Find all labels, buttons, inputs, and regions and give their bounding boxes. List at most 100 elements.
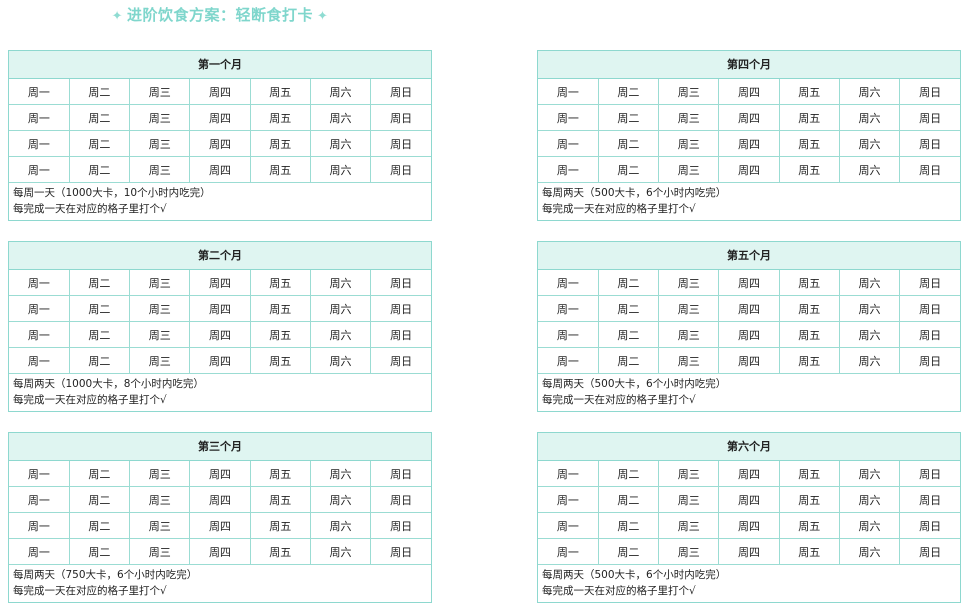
day-cell[interactable]: 周一 (538, 512, 599, 539)
day-cell[interactable]: 周五 (778, 270, 840, 296)
day-cell[interactable]: 周五 (778, 538, 840, 565)
day-cell[interactable]: 周三 (129, 486, 191, 513)
day-cell[interactable]: 周六 (838, 295, 901, 322)
day-cell[interactable]: 周五 (778, 512, 840, 539)
day-cell[interactable]: 周四 (718, 347, 780, 374)
day-cell[interactable]: 周日 (899, 321, 960, 348)
day-cell[interactable]: 周四 (189, 104, 251, 131)
day-cell[interactable]: 周二 (597, 486, 660, 513)
day-cell[interactable]: 周四 (718, 321, 780, 348)
day-cell[interactable]: 周一 (9, 130, 70, 157)
day-cell[interactable]: 周日 (899, 156, 960, 183)
day-cell[interactable]: 周四 (189, 79, 251, 105)
day-cell[interactable]: 周五 (249, 347, 311, 374)
day-cell[interactable]: 周四 (718, 270, 780, 296)
day-cell[interactable]: 周四 (718, 79, 780, 105)
day-cell[interactable]: 周六 (838, 461, 901, 487)
day-cell[interactable]: 周二 (597, 104, 660, 131)
day-cell[interactable]: 周日 (370, 130, 431, 157)
day-cell[interactable]: 周五 (249, 538, 311, 565)
day-cell[interactable]: 周日 (370, 321, 431, 348)
day-cell[interactable]: 周三 (658, 79, 720, 105)
day-cell[interactable]: 周六 (309, 130, 372, 157)
day-cell[interactable]: 周二 (68, 461, 131, 487)
day-cell[interactable]: 周六 (838, 79, 901, 105)
day-cell[interactable]: 周五 (249, 512, 311, 539)
day-cell[interactable]: 周二 (597, 461, 660, 487)
day-cell[interactable]: 周日 (370, 461, 431, 487)
day-cell[interactable]: 周四 (718, 538, 780, 565)
day-cell[interactable]: 周六 (309, 512, 372, 539)
day-cell[interactable]: 周五 (249, 104, 311, 131)
day-cell[interactable]: 周五 (778, 321, 840, 348)
day-cell[interactable]: 周五 (249, 486, 311, 513)
day-cell[interactable]: 周日 (370, 104, 431, 131)
day-cell[interactable]: 周六 (838, 347, 901, 374)
day-cell[interactable]: 周日 (899, 130, 960, 157)
day-cell[interactable]: 周四 (718, 512, 780, 539)
day-cell[interactable]: 周三 (129, 538, 191, 565)
day-cell[interactable]: 周二 (597, 130, 660, 157)
day-cell[interactable]: 周二 (597, 347, 660, 374)
day-cell[interactable]: 周六 (838, 486, 901, 513)
day-cell[interactable]: 周四 (718, 295, 780, 322)
day-cell[interactable]: 周二 (68, 486, 131, 513)
day-cell[interactable]: 周四 (189, 347, 251, 374)
day-cell[interactable]: 周二 (68, 270, 131, 296)
day-cell[interactable]: 周三 (658, 321, 720, 348)
day-cell[interactable]: 周二 (597, 156, 660, 183)
day-cell[interactable]: 周日 (899, 295, 960, 322)
day-cell[interactable]: 周四 (189, 156, 251, 183)
day-cell[interactable]: 周四 (718, 461, 780, 487)
day-cell[interactable]: 周二 (68, 295, 131, 322)
day-cell[interactable]: 周四 (189, 512, 251, 539)
day-cell[interactable]: 周三 (129, 79, 191, 105)
day-cell[interactable]: 周一 (538, 156, 599, 183)
day-cell[interactable]: 周四 (189, 321, 251, 348)
day-cell[interactable]: 周一 (9, 538, 70, 565)
day-cell[interactable]: 周日 (899, 538, 960, 565)
day-cell[interactable]: 周一 (9, 461, 70, 487)
day-cell[interactable]: 周三 (129, 130, 191, 157)
day-cell[interactable]: 周三 (658, 538, 720, 565)
day-cell[interactable]: 周五 (249, 270, 311, 296)
day-cell[interactable]: 周四 (189, 130, 251, 157)
day-cell[interactable]: 周二 (68, 512, 131, 539)
day-cell[interactable]: 周六 (309, 295, 372, 322)
day-cell[interactable]: 周三 (658, 486, 720, 513)
day-cell[interactable]: 周二 (597, 321, 660, 348)
day-cell[interactable]: 周六 (838, 130, 901, 157)
day-cell[interactable]: 周一 (9, 104, 70, 131)
day-cell[interactable]: 周三 (129, 461, 191, 487)
day-cell[interactable]: 周日 (899, 461, 960, 487)
day-cell[interactable]: 周一 (538, 538, 599, 565)
day-cell[interactable]: 周六 (309, 104, 372, 131)
day-cell[interactable]: 周三 (658, 104, 720, 131)
day-cell[interactable]: 周日 (899, 79, 960, 105)
day-cell[interactable]: 周五 (778, 130, 840, 157)
day-cell[interactable]: 周二 (68, 104, 131, 131)
day-cell[interactable]: 周五 (778, 486, 840, 513)
day-cell[interactable]: 周五 (778, 104, 840, 131)
day-cell[interactable]: 周三 (129, 347, 191, 374)
day-cell[interactable]: 周一 (9, 295, 70, 322)
day-cell[interactable]: 周一 (9, 486, 70, 513)
day-cell[interactable]: 周五 (249, 130, 311, 157)
day-cell[interactable]: 周日 (899, 104, 960, 131)
day-cell[interactable]: 周二 (68, 321, 131, 348)
day-cell[interactable]: 周三 (129, 156, 191, 183)
day-cell[interactable]: 周五 (778, 347, 840, 374)
day-cell[interactable]: 周六 (838, 104, 901, 131)
day-cell[interactable]: 周六 (838, 270, 901, 296)
day-cell[interactable]: 周三 (658, 347, 720, 374)
day-cell[interactable]: 周一 (538, 104, 599, 131)
day-cell[interactable]: 周三 (658, 270, 720, 296)
day-cell[interactable]: 周二 (597, 538, 660, 565)
day-cell[interactable]: 周三 (129, 321, 191, 348)
day-cell[interactable]: 周三 (129, 270, 191, 296)
day-cell[interactable]: 周日 (370, 295, 431, 322)
day-cell[interactable]: 周二 (68, 79, 131, 105)
day-cell[interactable]: 周四 (718, 486, 780, 513)
day-cell[interactable]: 周五 (778, 79, 840, 105)
day-cell[interactable]: 周一 (9, 156, 70, 183)
